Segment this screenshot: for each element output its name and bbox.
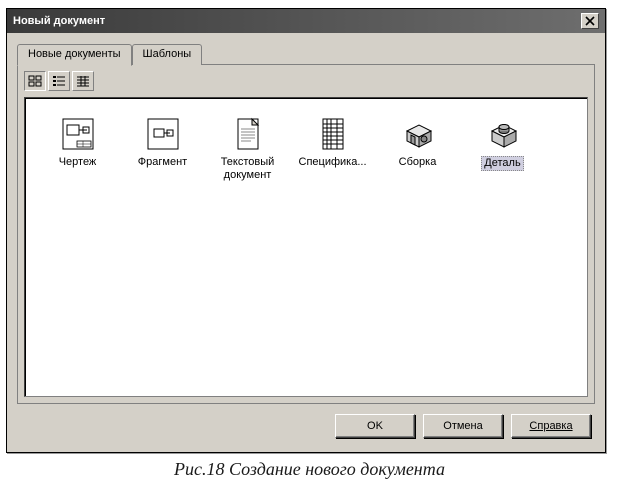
- part-icon: [485, 116, 521, 152]
- dialog-window: Новый документ Новые документы Шаблоны: [6, 8, 606, 453]
- item-fragment[interactable]: Фрагмент: [120, 112, 205, 186]
- details-icon: [76, 75, 90, 87]
- window-title: Новый документ: [13, 15, 105, 27]
- drawing-icon: [60, 116, 96, 152]
- item-label: Специфика...: [299, 156, 367, 169]
- view-list-button[interactable]: [48, 71, 70, 91]
- close-icon: [585, 16, 595, 26]
- item-drawing[interactable]: Чертеж: [35, 112, 120, 186]
- item-label: Чертеж: [59, 156, 97, 169]
- item-assembly[interactable]: Сборка: [375, 112, 460, 186]
- dialog-body: Новые документы Шаблоны: [7, 33, 605, 452]
- item-spec[interactable]: Специфика...: [290, 112, 375, 186]
- button-label: Справка: [529, 420, 572, 432]
- figure-caption: Рис.18 Создание нового документа: [6, 459, 613, 480]
- item-label: Деталь: [481, 156, 523, 171]
- item-part[interactable]: Деталь: [460, 112, 545, 186]
- assembly-icon: [400, 116, 436, 152]
- help-button[interactable]: Справка: [511, 414, 591, 438]
- large-icons-icon: [28, 75, 42, 87]
- tab-row: Новые документы Шаблоны: [17, 44, 595, 65]
- view-details-button[interactable]: [72, 71, 94, 91]
- tab-templates[interactable]: Шаблоны: [132, 44, 203, 65]
- item-label: Текстовый документ: [208, 156, 288, 182]
- tab-new-documents[interactable]: Новые документы: [17, 44, 132, 66]
- item-label: Фрагмент: [138, 156, 187, 169]
- list-icon: [52, 75, 66, 87]
- fragment-icon: [145, 116, 181, 152]
- view-toolbar: [24, 71, 588, 91]
- button-label: OK: [367, 420, 383, 432]
- cancel-button[interactable]: Отмена: [423, 414, 503, 438]
- item-textdoc[interactable]: Текстовый документ: [205, 112, 290, 186]
- tab-panel: Чертеж Фрагмент: [17, 64, 595, 404]
- button-label: Отмена: [443, 420, 482, 432]
- tab-content: Чертеж Фрагмент: [18, 64, 594, 403]
- titlebar[interactable]: Новый документ: [7, 9, 605, 33]
- tab-label: Шаблоны: [143, 48, 192, 60]
- view-large-icons-button[interactable]: [24, 71, 46, 91]
- tab-label: Новые документы: [28, 48, 121, 60]
- item-label: Сборка: [399, 156, 437, 169]
- spec-icon: [315, 116, 351, 152]
- textdoc-icon: [230, 116, 266, 152]
- close-button[interactable]: [581, 13, 599, 29]
- ok-button[interactable]: OK: [335, 414, 415, 438]
- button-row: OK Отмена Справка: [17, 404, 595, 442]
- file-list[interactable]: Чертеж Фрагмент: [24, 97, 588, 397]
